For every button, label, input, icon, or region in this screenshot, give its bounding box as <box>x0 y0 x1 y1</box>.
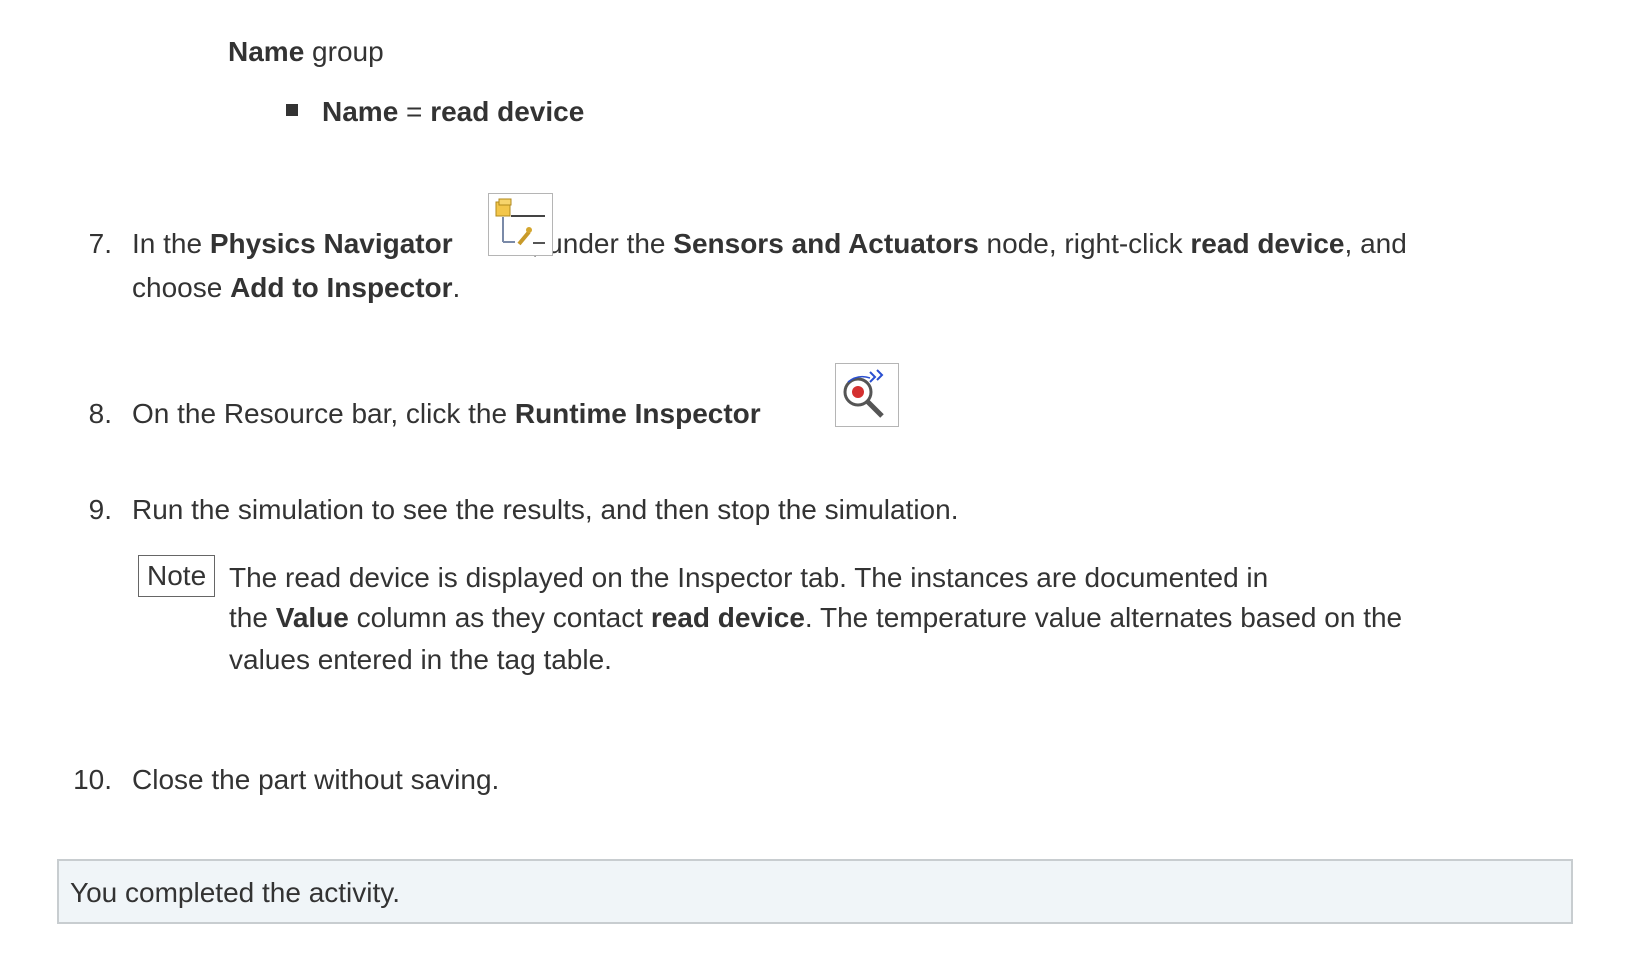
physics-navigator-label: Physics Navigator <box>209 228 453 259</box>
physics-navigator-icon <box>488 193 553 256</box>
runtime-inspector-label: Runtime Inspector <box>514 398 761 429</box>
step-10-text: Close the part without saving. <box>132 764 500 795</box>
step-10-number: 10. <box>73 764 112 795</box>
name-group-line: Name group <box>228 32 384 71</box>
step-8-t1: On the Resource bar, click the <box>132 398 515 429</box>
bullet-marker <box>286 104 298 116</box>
step-7-number: 7. <box>88 228 112 259</box>
step-9-number: 9. <box>88 494 112 525</box>
step-7-t6: . <box>452 272 461 303</box>
step-7-t1: In the <box>132 228 210 259</box>
note-text-line3: values entered in the tag table. <box>229 644 612 675</box>
note-label: Note <box>138 555 216 597</box>
step-9-text: Run the simulation to see the results, a… <box>132 494 959 525</box>
bullet-name-value: read device <box>430 96 585 127</box>
step-7-text-line2: choose Add to Inspector. <box>132 268 460 307</box>
read-device-label: read device <box>1190 228 1345 259</box>
completion-banner: You completed the activity. <box>57 859 1573 924</box>
value-label: Value <box>275 602 349 633</box>
group-text: group <box>304 36 384 67</box>
step-7-t5: choose <box>132 272 231 303</box>
step-8-text: On the Resource bar, click the Runtime I… <box>132 394 846 433</box>
step-7-t3: node, right-click <box>978 228 1191 259</box>
bullet-name-label: Name <box>322 96 399 127</box>
step-8-number: 8. <box>88 398 112 429</box>
runtime-inspector-icon <box>835 363 899 427</box>
bullet-equals: = <box>398 96 431 127</box>
add-to-inspector-label: Add to Inspector <box>230 272 453 303</box>
note-text-line2: the Value column as they contact read de… <box>229 598 1402 637</box>
read-device-note-label: read device <box>650 602 805 633</box>
bullet-item-name: Name = read device <box>322 92 584 131</box>
note-l2a: the <box>229 602 276 633</box>
step-7-text: In the Physics Navigator, under the Sens… <box>132 224 1407 263</box>
note-l2e: . The temperature value alternates based… <box>804 602 1403 633</box>
completion-text: You completed the activity. <box>70 877 400 908</box>
step-7-t4: , and <box>1344 228 1407 259</box>
note-l2c: column as they contact <box>348 602 651 633</box>
note-text-line1: The read device is displayed on the Insp… <box>229 562 1269 593</box>
name-label: Name <box>228 36 305 67</box>
sensors-actuators-label: Sensors and Actuators <box>673 228 979 259</box>
